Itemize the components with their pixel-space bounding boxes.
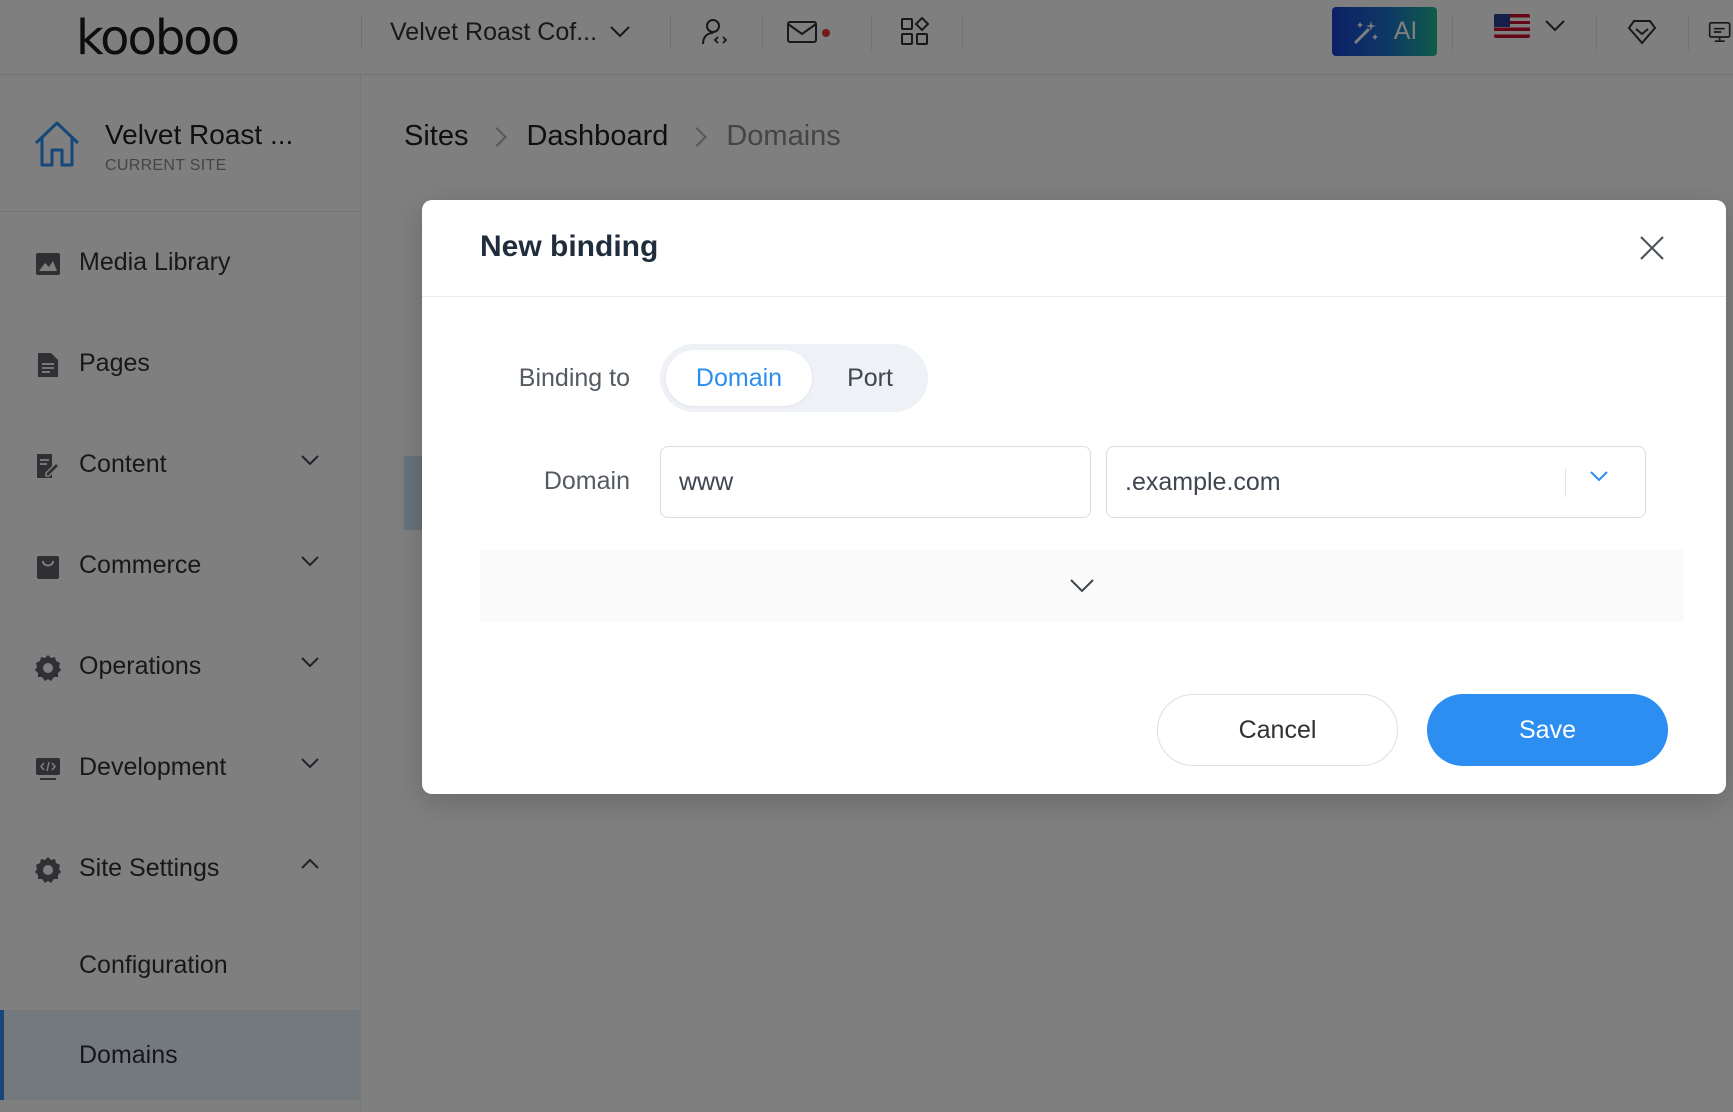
- chevron-down-icon: [1590, 471, 1608, 482]
- save-button[interactable]: Save: [1427, 694, 1668, 766]
- advanced-options-toggle[interactable]: [480, 550, 1684, 622]
- subdomain-input[interactable]: www: [660, 446, 1091, 518]
- dialog-title: New binding: [480, 230, 659, 263]
- binding-to-label: Binding to: [518, 364, 630, 392]
- cancel-button[interactable]: Cancel: [1157, 694, 1398, 766]
- binding-type-toggle: Domain Port: [660, 344, 928, 412]
- close-button[interactable]: [1632, 228, 1672, 268]
- chevron-down-icon: [1070, 579, 1094, 593]
- domain-label: Domain: [543, 467, 630, 495]
- divider: [1565, 469, 1566, 497]
- new-binding-dialog: New binding Binding to Domain Port Domai…: [422, 200, 1726, 794]
- option-port[interactable]: Port: [812, 350, 928, 406]
- root-domain-select[interactable]: .example.com: [1106, 446, 1646, 518]
- subdomain-value: www: [679, 467, 734, 496]
- option-domain[interactable]: Domain: [666, 350, 812, 406]
- dialog-header: New binding: [422, 200, 1726, 297]
- root-domain-value: .example.com: [1125, 467, 1281, 496]
- close-icon: [1640, 236, 1664, 260]
